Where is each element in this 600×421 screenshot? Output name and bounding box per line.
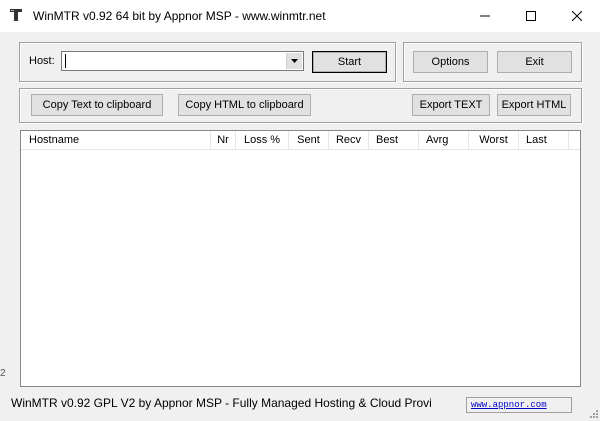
host-label: Host: xyxy=(29,55,55,67)
exit-button[interactable]: Exit xyxy=(497,51,572,73)
column-worst[interactable]: Worst xyxy=(469,131,519,149)
maximize-button[interactable] xyxy=(508,0,554,32)
text-caret xyxy=(65,54,66,68)
column-loss[interactable]: Loss % xyxy=(236,131,289,149)
column-avrg[interactable]: Avrg xyxy=(419,131,469,149)
maximize-icon xyxy=(526,11,536,21)
column-best[interactable]: Best xyxy=(369,131,419,149)
status-text: WinMTR v0.92 GPL V2 by Appnor MSP - Full… xyxy=(11,396,432,410)
copy-html-button[interactable]: Copy HTML to clipboard xyxy=(178,94,311,116)
host-dropdown-button[interactable] xyxy=(286,53,302,69)
resize-grip-icon[interactable] xyxy=(588,408,598,418)
appnor-link[interactable]: www.appnor.com xyxy=(466,397,572,413)
column-nr[interactable]: Nr xyxy=(211,131,236,149)
title-bar[interactable]: WinMTR v0.92 64 bit by Appnor MSP - www.… xyxy=(0,0,600,32)
minimize-icon xyxy=(480,15,490,17)
host-input[interactable] xyxy=(64,53,284,69)
copy-text-button[interactable]: Copy Text to clipboard xyxy=(31,94,163,116)
column-sent[interactable]: Sent xyxy=(289,131,329,149)
column-last[interactable]: Last xyxy=(519,131,569,149)
start-button[interactable]: Start xyxy=(312,51,387,73)
export-text-button[interactable]: Export TEXT xyxy=(412,94,490,116)
host-combobox[interactable] xyxy=(61,51,304,71)
close-button[interactable] xyxy=(554,0,600,32)
edge-glyph: 2 xyxy=(0,368,6,379)
results-table[interactable]: Hostname Nr Loss % Sent Recv Best Avrg W… xyxy=(20,130,581,387)
column-recv[interactable]: Recv xyxy=(329,131,369,149)
window-title: WinMTR v0.92 64 bit by Appnor MSP - www.… xyxy=(33,9,326,23)
export-html-button[interactable]: Export HTML xyxy=(497,94,571,116)
table-header: Hostname Nr Loss % Sent Recv Best Avrg W… xyxy=(21,131,580,150)
chevron-down-icon xyxy=(291,59,298,63)
options-button[interactable]: Options xyxy=(413,51,488,73)
close-icon xyxy=(572,11,582,21)
column-hostname[interactable]: Hostname xyxy=(21,131,211,149)
winmtr-app-icon xyxy=(9,8,23,22)
minimize-button[interactable] xyxy=(462,0,508,32)
